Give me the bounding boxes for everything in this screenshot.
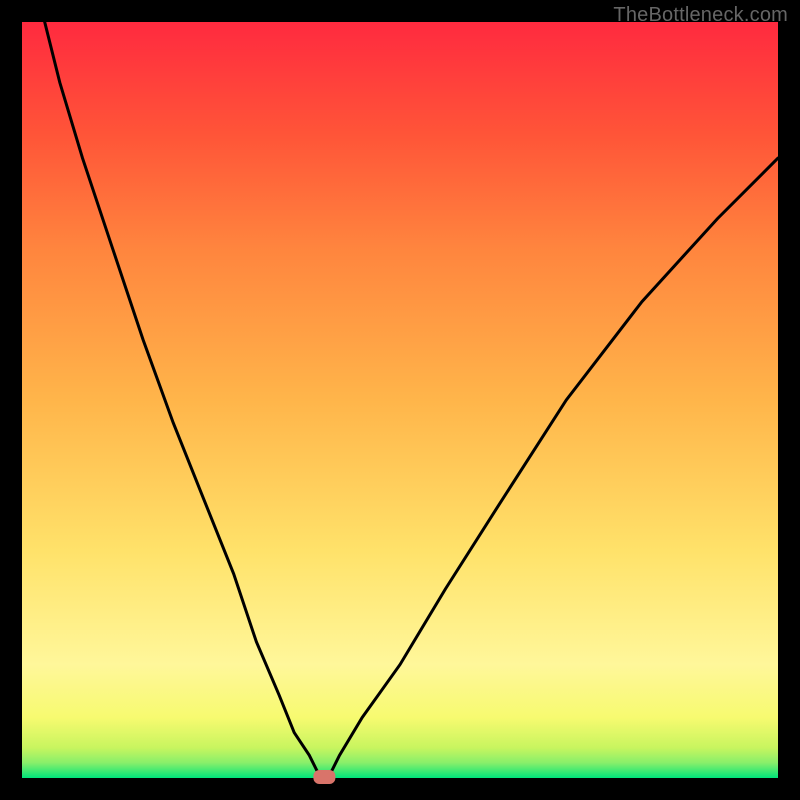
watermark-text: TheBottleneck.com bbox=[613, 4, 788, 27]
chart-frame: TheBottleneck.com bbox=[0, 0, 800, 800]
bottleneck-chart bbox=[0, 0, 800, 800]
optimal-marker bbox=[313, 770, 335, 784]
